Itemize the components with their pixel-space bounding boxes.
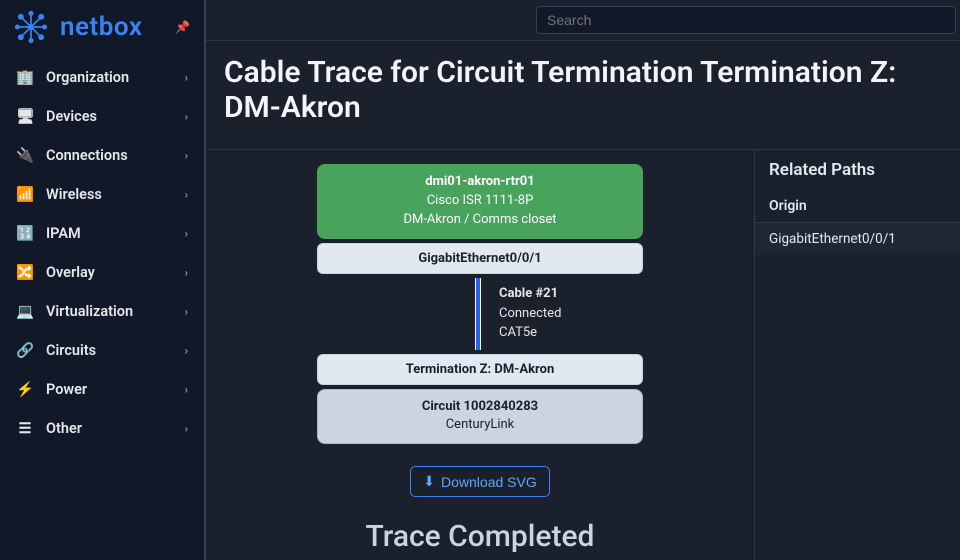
organization-icon: 🏢 — [16, 69, 34, 86]
nav-label: Power — [46, 381, 87, 398]
nav-virtualization[interactable]: 💻 Virtualization › — [0, 292, 204, 331]
download-svg-button[interactable]: ⬇ Download SVG — [410, 466, 549, 497]
device-name: dmi01-akron-rtr01 — [317, 173, 643, 192]
nav-label: Other — [46, 420, 82, 437]
nav-other[interactable]: ☰ Other › — [0, 409, 204, 448]
trace-interface[interactable]: GigabitEthernet0/0/1 — [317, 243, 643, 274]
device-location: DM-Akron / Comms closet — [317, 211, 643, 230]
page-title: Cable Trace for Circuit Termination Term… — [206, 41, 960, 150]
overlay-icon: 🔀 — [16, 264, 34, 281]
chevron-right-icon: › — [185, 71, 188, 84]
trace-device[interactable]: dmi01-akron-rtr01 Cisco ISR 1111-8P DM-A… — [317, 164, 643, 239]
nav-label: Virtualization — [46, 303, 133, 320]
nav-power[interactable]: ⚡ Power › — [0, 370, 204, 409]
nav-circuits[interactable]: 🔗 Circuits › — [0, 331, 204, 370]
trace-completed: Trace Completed — [366, 519, 595, 554]
ipam-icon: 🔢 — [16, 225, 34, 242]
cable-name: Cable #21 — [499, 284, 561, 304]
chevron-right-icon: › — [185, 422, 188, 435]
chevron-right-icon: › — [185, 344, 188, 357]
nav-devices[interactable]: 🖥 Devices › — [0, 97, 204, 136]
nav-label: IPAM — [46, 225, 81, 242]
wireless-icon: 📶 — [16, 186, 34, 203]
related-paths: Related Paths Origin GigabitEthernet0/0/… — [754, 150, 960, 560]
brand-name: netbox — [60, 12, 142, 42]
other-icon: ☰ — [16, 420, 34, 437]
trace-diagram: dmi01-akron-rtr01 Cisco ISR 1111-8P DM-A… — [206, 150, 754, 560]
download-label: Download SVG — [441, 474, 537, 490]
nav-label: Connections — [46, 147, 128, 164]
related-heading: Related Paths — [755, 150, 960, 190]
nav: 🏢 Organization › 🖥 Devices › 🔌 Connectio… — [0, 58, 204, 560]
circuits-icon: 🔗 — [16, 342, 34, 359]
trace-circuit[interactable]: Circuit 1002840283 CenturyLink — [317, 389, 643, 445]
chevron-right-icon: › — [185, 110, 188, 123]
virtualization-icon: 💻 — [16, 303, 34, 320]
device-type: Cisco ISR 1111-8P — [317, 192, 643, 211]
nav-ipam[interactable]: 🔢 IPAM › — [0, 214, 204, 253]
chevron-right-icon: › — [185, 227, 188, 240]
trace-termination[interactable]: Termination Z: DM-Akron — [317, 354, 643, 385]
main: Cable Trace for Circuit Termination Term… — [206, 0, 960, 560]
cable-info[interactable]: Cable #21 Connected CAT5e — [499, 284, 561, 343]
download-icon: ⬇ — [423, 473, 435, 490]
nav-wireless[interactable]: 📶 Wireless › — [0, 175, 204, 214]
nav-label: Wireless — [46, 186, 102, 203]
nav-label: Overlay — [46, 264, 95, 281]
circuit-id: Circuit 1002840283 — [318, 398, 642, 417]
connections-icon: 🔌 — [16, 147, 34, 164]
nav-label: Circuits — [46, 342, 96, 359]
chevron-right-icon: › — [185, 149, 188, 162]
nav-label: Devices — [46, 108, 97, 125]
topbar — [206, 0, 960, 41]
nav-overlay[interactable]: 🔀 Overlay › — [0, 253, 204, 292]
netbox-logo-icon — [14, 10, 48, 44]
devices-icon: 🖥 — [16, 108, 34, 125]
power-icon: ⚡ — [16, 381, 34, 398]
cable-type: CAT5e — [499, 323, 561, 343]
nav-label: Organization — [46, 69, 129, 86]
chevron-right-icon: › — [185, 266, 188, 279]
nav-connections[interactable]: 🔌 Connections › — [0, 136, 204, 175]
nav-organization[interactable]: 🏢 Organization › — [0, 58, 204, 97]
chevron-right-icon: › — [185, 383, 188, 396]
chevron-right-icon: › — [185, 305, 188, 318]
sidebar: netbox 📌 🏢 Organization › 🖥 Devices › 🔌 … — [0, 0, 206, 560]
circuit-provider: CenturyLink — [318, 416, 642, 435]
search-input[interactable] — [536, 6, 956, 34]
pin-icon[interactable]: 📌 — [175, 20, 190, 34]
cable-line — [475, 278, 481, 350]
chevron-right-icon: › — [185, 188, 188, 201]
brand[interactable]: netbox 📌 — [0, 0, 204, 58]
cable-status: Connected — [499, 304, 561, 324]
related-col-origin: Origin — [755, 190, 960, 223]
related-row[interactable]: GigabitEthernet0/0/1 — [755, 223, 960, 255]
